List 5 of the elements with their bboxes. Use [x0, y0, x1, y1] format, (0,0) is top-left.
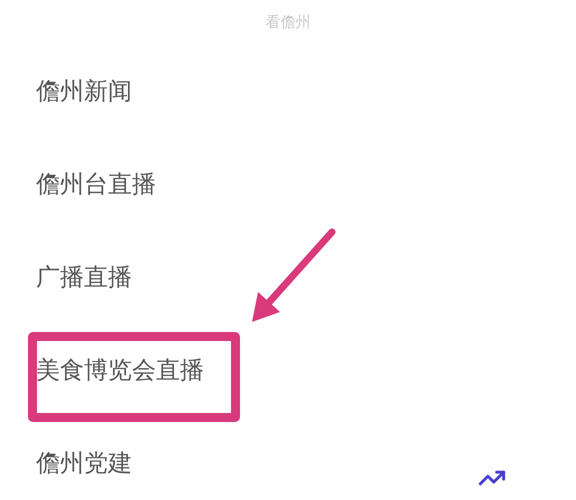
- menu-item[interactable]: 儋州台直播: [36, 168, 156, 200]
- menu-item[interactable]: 广播直播: [36, 260, 132, 292]
- menu-item[interactable]: 美食博览会直播: [36, 354, 204, 386]
- menu-item[interactable]: 儋州党建: [36, 446, 132, 478]
- menu-item[interactable]: 儋州新闻: [36, 74, 132, 106]
